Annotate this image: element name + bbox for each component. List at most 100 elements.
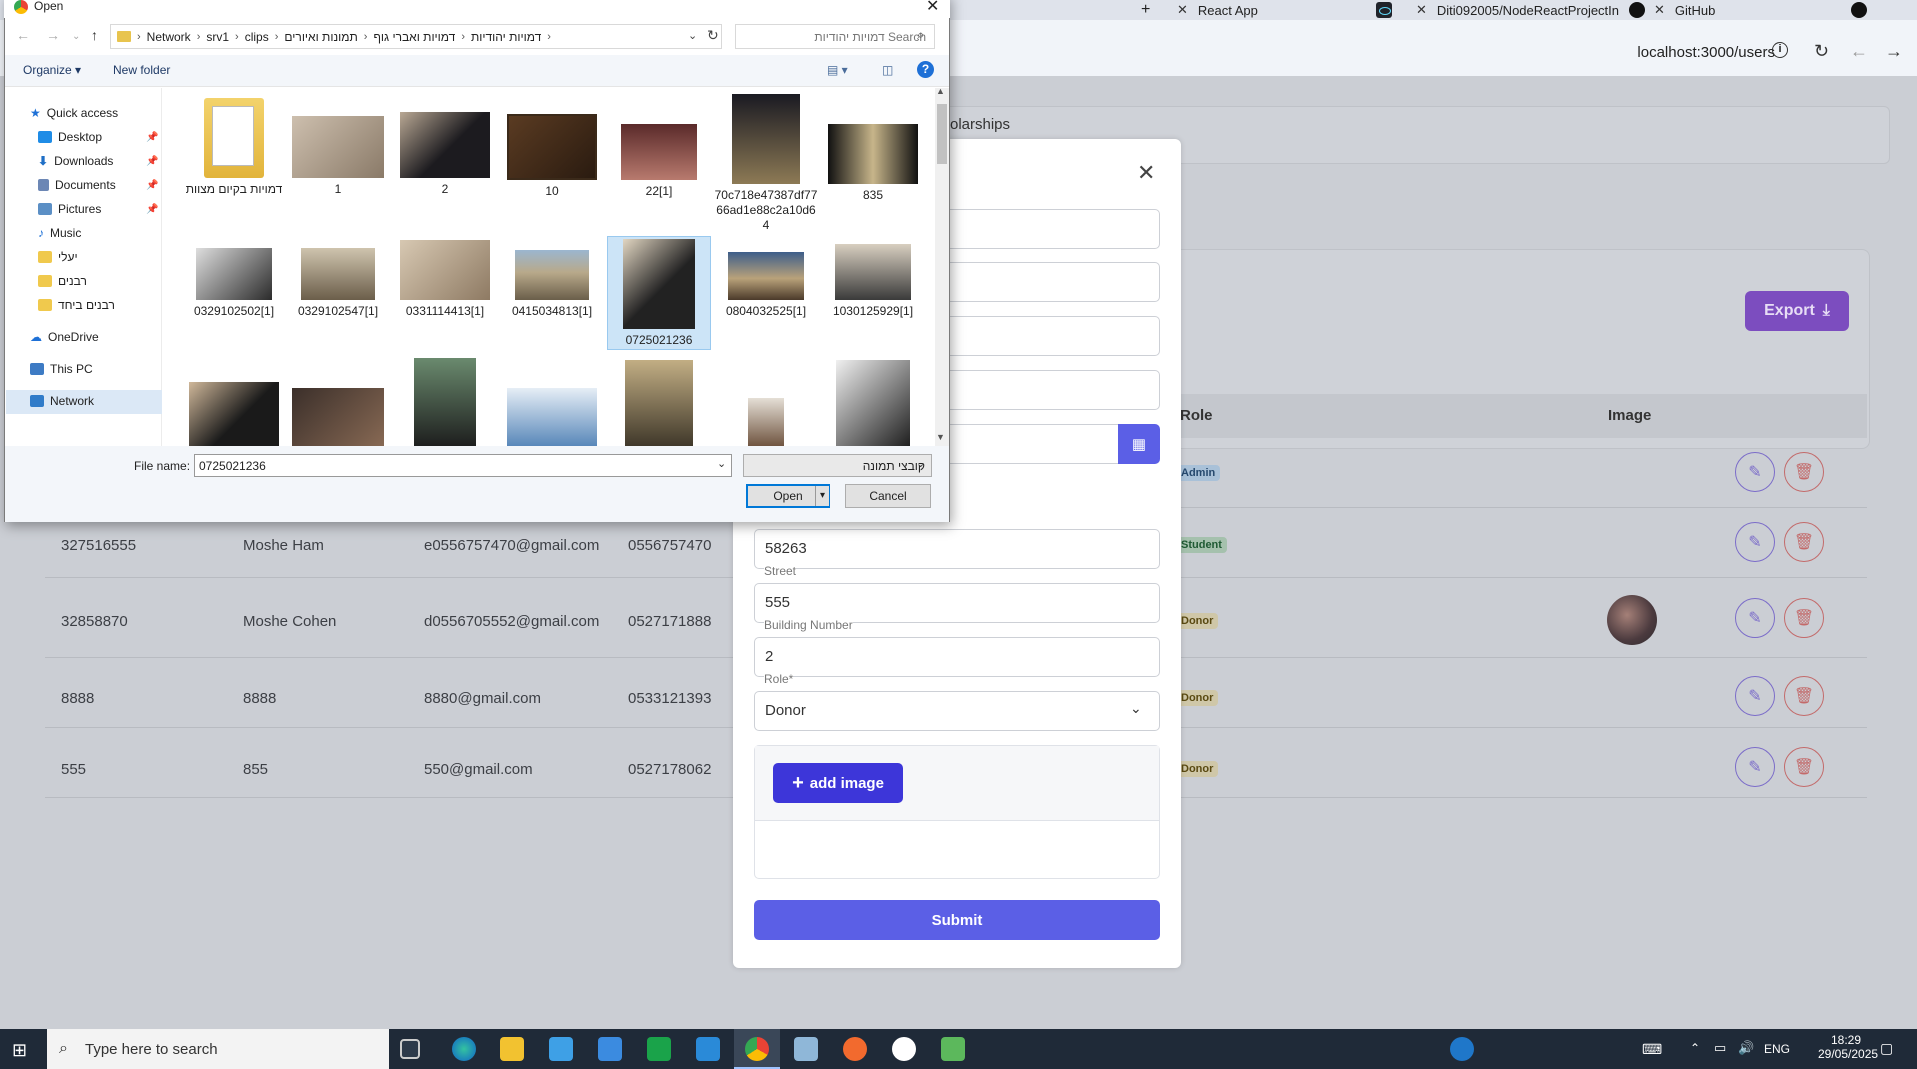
breadcrumb-item[interactable]: תמונות ואיורים — [284, 30, 357, 44]
file-item[interactable]: 0804032525[1] — [714, 252, 818, 319]
nav-item-pictures[interactable]: Pictures — [38, 202, 101, 216]
notifications-icon[interactable]: ▢ — [1880, 1040, 1893, 1057]
taskbar-search[interactable]: ⌕ Type here to search — [47, 1029, 389, 1069]
edit-icon[interactable]: ✎ — [1735, 522, 1775, 562]
nav-item-folder[interactable]: יעלי — [38, 250, 78, 264]
nav-item-documents[interactable]: Documents — [38, 178, 116, 192]
recent-locations-icon[interactable]: ⌄ — [72, 31, 80, 42]
close-icon[interactable]: ✕ — [1177, 2, 1188, 18]
refresh-icon[interactable]: ↻ — [707, 27, 719, 44]
nav-item-folder[interactable]: רבנים ביחד — [38, 298, 115, 312]
new-tab-button[interactable]: + — [1141, 0, 1150, 20]
role-select[interactable]: Donor — [754, 691, 1160, 731]
cancel-button[interactable]: Cancel — [845, 484, 931, 508]
file-item[interactable]: 2 — [393, 112, 497, 197]
export-button[interactable]: Export ⤓ — [1745, 291, 1849, 331]
keyboard-icon[interactable]: ⌨ — [1642, 1041, 1662, 1058]
back-arrow-icon[interactable]: ← — [1850, 41, 1868, 61]
file-item-folder[interactable]: דמויות בקיום מצוות — [182, 98, 286, 197]
file-item[interactable]: 70c718e47387df7766ad1e88c2a10d64 — [714, 94, 818, 233]
scrollbar-thumb[interactable] — [937, 104, 947, 164]
nav-scholarships-link[interactable]: olarships — [950, 116, 1010, 133]
forward-arrow-icon[interactable]: → — [46, 27, 60, 43]
edit-icon[interactable]: ✎ — [1735, 598, 1775, 638]
language-indicator[interactable]: ENG — [1764, 1042, 1790, 1056]
close-icon[interactable]: ✕ — [1654, 2, 1665, 18]
street-field[interactable]: 555 — [754, 583, 1160, 623]
app-icon[interactable] — [892, 1037, 916, 1061]
building-number-field[interactable]: 2 — [754, 637, 1160, 677]
breadcrumb-item[interactable]: Network — [147, 30, 191, 44]
search-input[interactable]: Search דמויות יהודיות — [735, 24, 935, 49]
close-icon[interactable]: ✕ — [1416, 2, 1427, 18]
nav-item-desktop[interactable]: Desktop — [38, 130, 102, 144]
trash-icon[interactable]: 🗑 — [1784, 598, 1824, 638]
breadcrumb[interactable]: › Network › srv1 › clips › תמונות ואיורי… — [110, 24, 722, 49]
edit-icon[interactable]: ✎ — [1735, 452, 1775, 492]
file-item[interactable]: 1 — [286, 116, 390, 197]
address-url[interactable]: localhost:3000/users — [1637, 44, 1775, 61]
file-name-input[interactable]: 0725021236 — [194, 454, 732, 477]
nav-item-this-pc[interactable]: This PC — [30, 362, 93, 376]
chevron-down-icon[interactable]: ⌄ — [688, 29, 697, 42]
file-explorer-icon[interactable] — [500, 1037, 524, 1061]
scroll-down-icon[interactable]: ▼ — [936, 432, 945, 442]
file-item-selected[interactable]: 0725021236 — [607, 236, 711, 350]
trash-icon[interactable]: 🗑 — [1784, 522, 1824, 562]
breadcrumb-item[interactable]: דמויות ואברי גוף — [373, 30, 455, 44]
file-item[interactable] — [286, 388, 390, 446]
organize-menu[interactable]: Organize ▾ — [23, 63, 81, 77]
app-icon[interactable] — [647, 1037, 671, 1061]
nav-item-downloads[interactable]: ⬇ Downloads — [38, 154, 113, 168]
chevron-up-icon[interactable]: ⌃ — [1690, 1041, 1700, 1055]
submit-button[interactable]: Submit — [754, 900, 1160, 940]
forward-arrow-icon[interactable]: → — [1885, 41, 1903, 61]
add-image-button[interactable]: + add image — [773, 763, 903, 803]
file-item[interactable]: 835 — [821, 124, 925, 203]
back-arrow-icon[interactable]: ← — [16, 27, 30, 43]
edit-icon[interactable]: ✎ — [1735, 676, 1775, 716]
file-item[interactable]: 10 — [500, 114, 604, 199]
file-item[interactable]: 1030125929[1] — [821, 244, 925, 319]
file-item[interactable]: 0329102502[1] — [182, 248, 286, 319]
scroll-up-icon[interactable]: ▲ — [936, 86, 945, 96]
chevron-down-icon[interactable]: ⌄ — [717, 457, 726, 470]
nav-item-music[interactable]: ♪ Music — [38, 226, 81, 240]
close-icon[interactable]: ✕ — [926, 0, 939, 16]
file-item[interactable]: 0329102547[1] — [286, 248, 390, 319]
file-item[interactable]: 0331114413[1] — [393, 240, 497, 319]
new-folder-button[interactable]: New folder — [113, 63, 170, 77]
volume-icon[interactable]: 🔊 — [1738, 1040, 1754, 1056]
chrome-icon[interactable] — [745, 1037, 769, 1061]
windows-start-icon[interactable]: ⊞ — [12, 1040, 27, 1061]
file-item[interactable] — [607, 360, 711, 446]
mail-icon[interactable] — [598, 1037, 622, 1061]
nav-item-network[interactable]: Network — [30, 394, 94, 408]
site-info-icon[interactable]: i — [1772, 42, 1788, 58]
postman-icon[interactable] — [843, 1037, 867, 1061]
file-item[interactable] — [821, 360, 925, 446]
file-item[interactable] — [182, 382, 286, 446]
nav-item-onedrive[interactable]: ☁ OneDrive — [30, 330, 99, 344]
tab-github[interactable]: ✕ GitHub — [1654, 0, 1715, 20]
app-icon[interactable] — [794, 1037, 818, 1061]
nav-item-folder[interactable]: רבנים — [38, 274, 87, 288]
breadcrumb-item[interactable]: clips — [245, 30, 269, 44]
vscode-icon[interactable] — [696, 1037, 720, 1061]
store-icon[interactable] — [549, 1037, 573, 1061]
clock[interactable]: 18:29 29/05/2025 — [1818, 1033, 1878, 1061]
file-item[interactable]: 22[1] — [607, 124, 711, 199]
tab-github-repo[interactable]: ✕ Diti092005/NodeReactProjectIn — [1416, 0, 1646, 20]
breadcrumb-item[interactable]: srv1 — [206, 30, 229, 44]
breadcrumb-item[interactable]: דמויות יהודיות — [471, 30, 541, 44]
trash-icon[interactable]: 🗑 — [1784, 747, 1824, 787]
file-type-select[interactable]: קובצי תמונה — [743, 454, 932, 477]
task-view-icon[interactable] — [400, 1039, 420, 1059]
help-icon[interactable]: ? — [917, 61, 934, 78]
edge-icon[interactable] — [452, 1037, 476, 1061]
network-icon[interactable]: ▭ — [1714, 1040, 1726, 1056]
edit-icon[interactable]: ✎ — [1735, 747, 1775, 787]
trash-icon[interactable]: 🗑 — [1784, 676, 1824, 716]
open-dropdown-arrow[interactable]: ▾ — [815, 486, 829, 506]
file-item[interactable] — [714, 398, 818, 446]
